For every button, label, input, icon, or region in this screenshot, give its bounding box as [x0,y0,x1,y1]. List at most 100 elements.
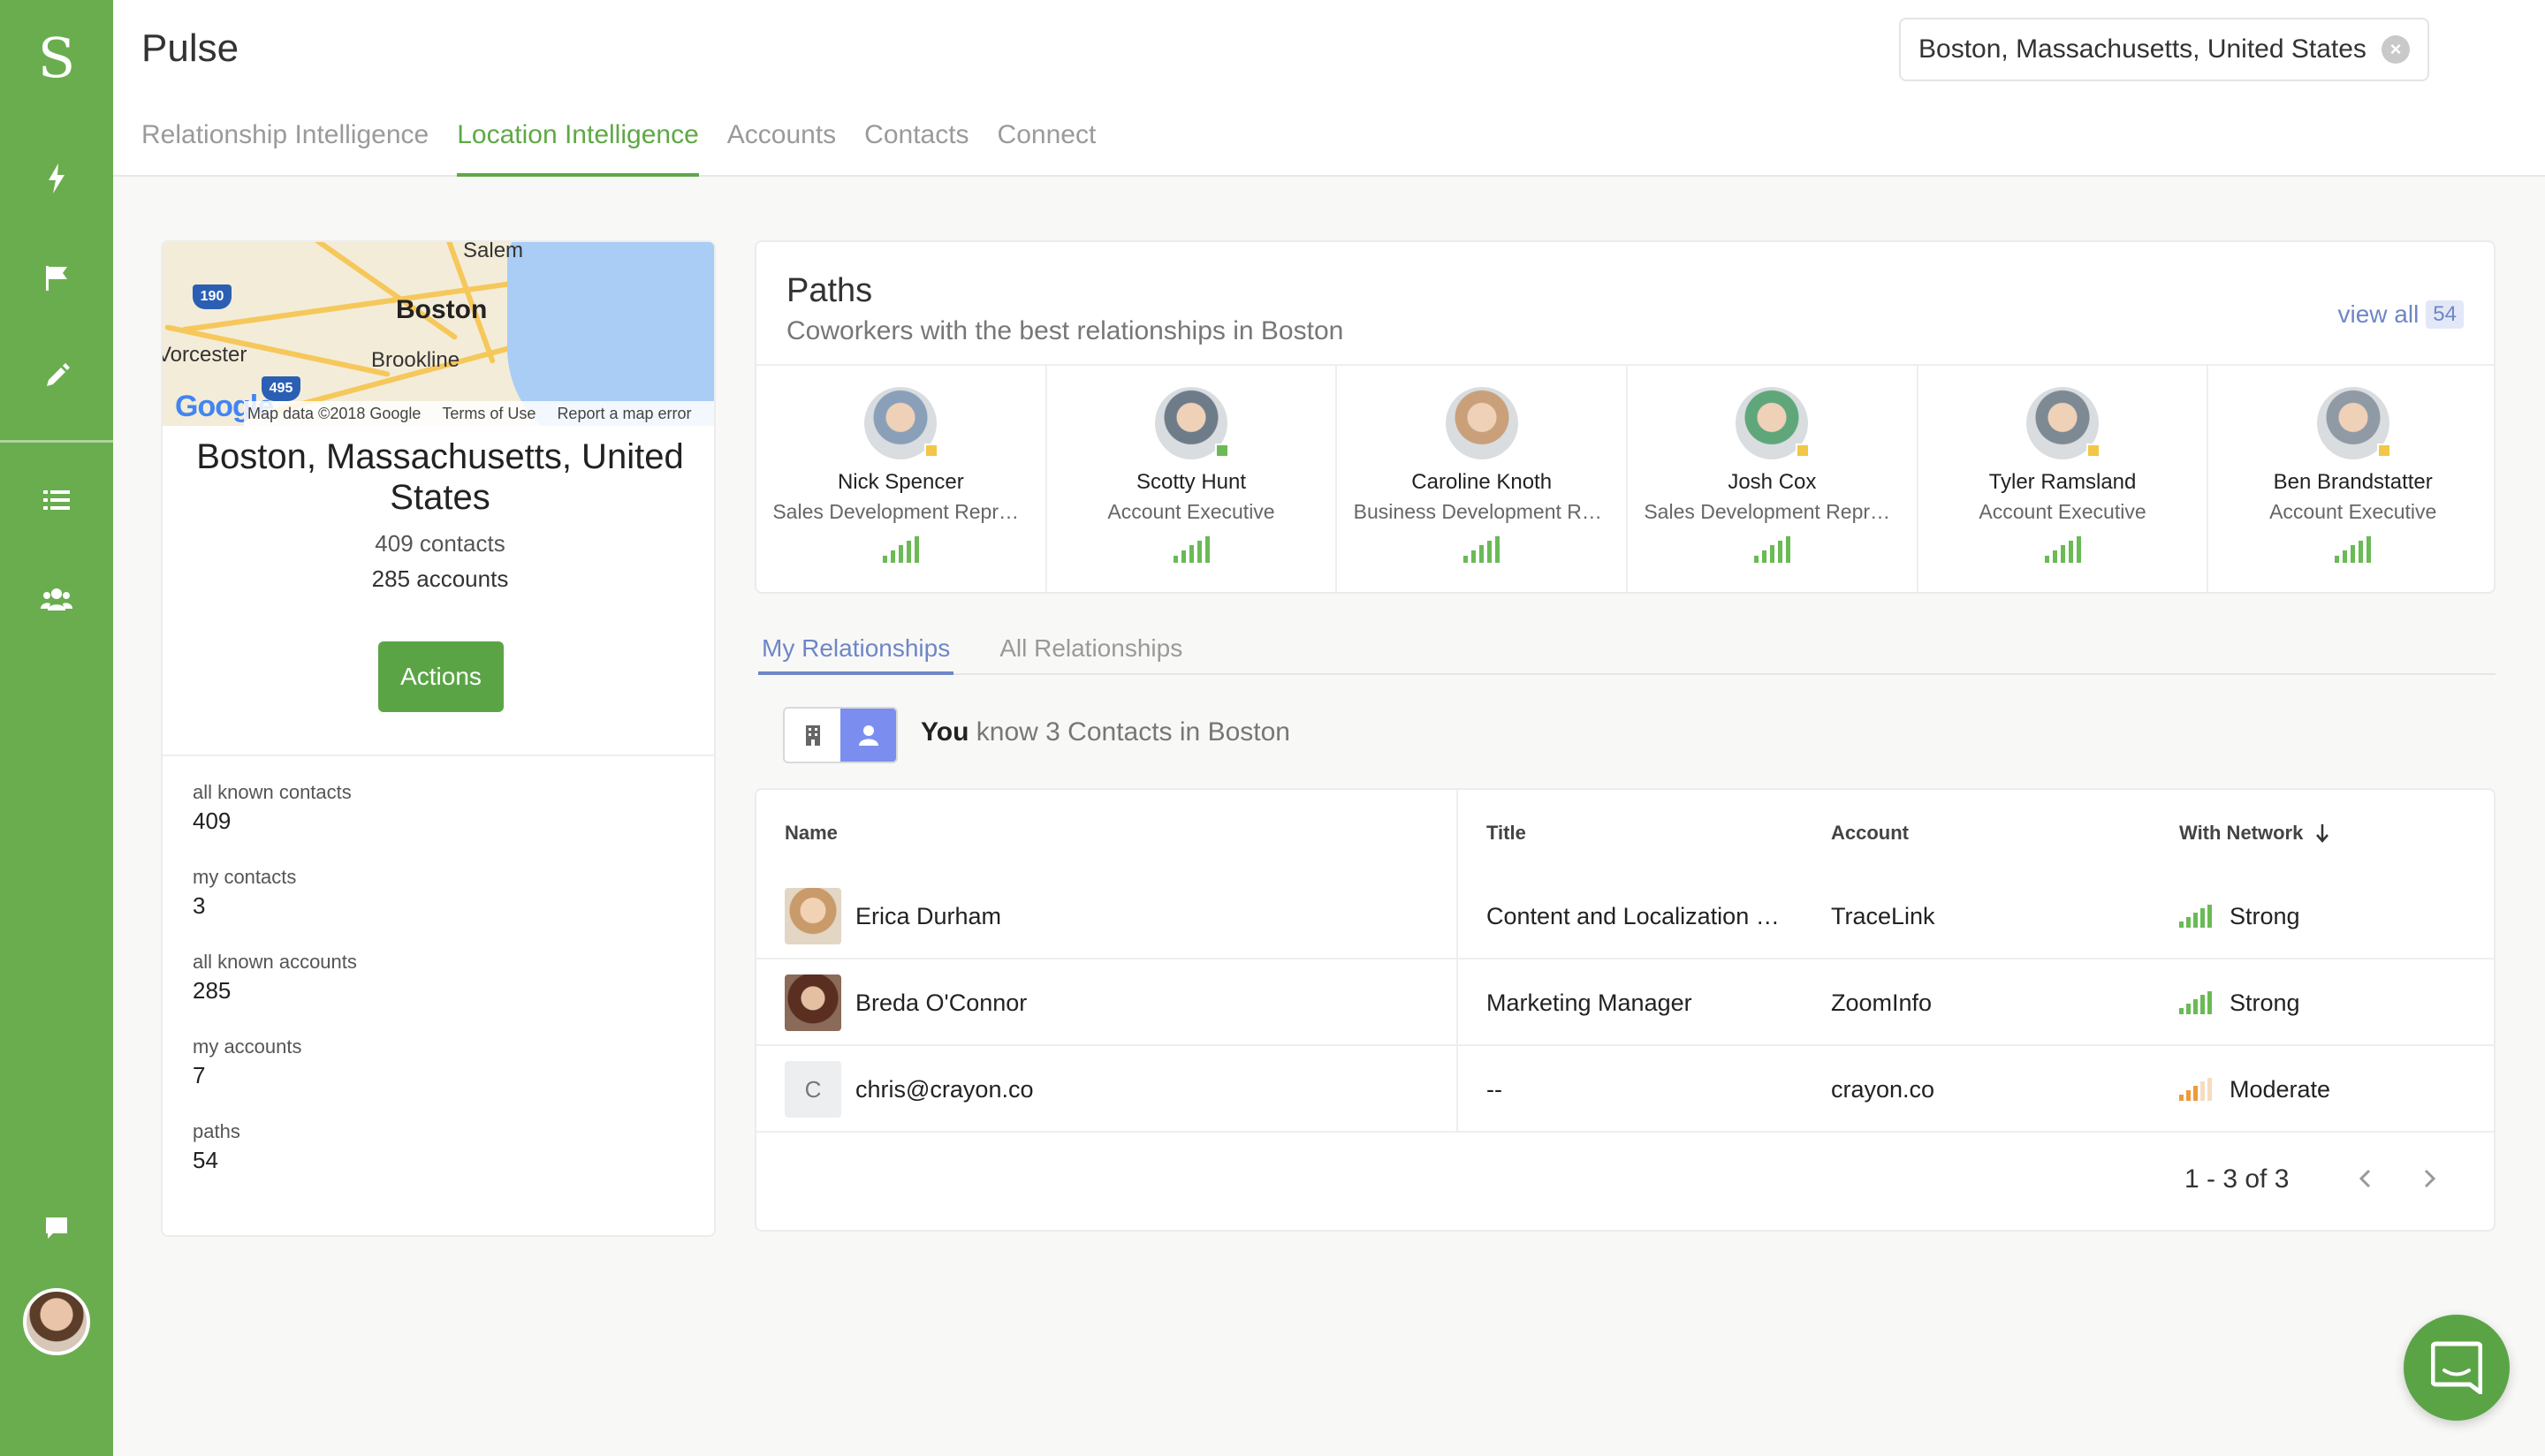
paths-people-row: Nick Spencer Sales Development Represent… [756,364,2494,592]
people-icon[interactable] [35,578,78,620]
clear-icon[interactable]: × [2382,35,2410,64]
stat-label: my contacts [193,866,297,888]
user-avatar[interactable] [23,1288,90,1355]
path-person-title: Business Development Representative [1353,500,1610,523]
view-toggle[interactable] [783,707,898,763]
tab-location-intelligence[interactable]: Location Intelligence [457,120,699,177]
app-logo[interactable]: S [34,30,80,87]
column-header-name[interactable]: Name [785,822,838,845]
path-person[interactable]: Caroline Knoth Business Development Repr… [1337,366,1629,592]
column-header-account[interactable]: Account [1831,822,1909,845]
relationship-tabs: My Relationships All Relationships [758,634,2496,675]
pagination-range: 1 - 3 of 3 [2184,1164,2290,1194]
map-data-attribution: Map data ©2018 Google [247,404,422,422]
chat-bubble-icon[interactable] [35,1207,78,1249]
path-person-name[interactable]: Caroline Knoth [1411,470,1552,495]
stat-my-accounts: my accounts 7 [193,1035,302,1089]
row-title: Content and Localization … [1486,902,1780,929]
tab-contacts[interactable]: Contacts [864,120,969,177]
path-person[interactable]: Tyler Ramsland Account Executive [1918,366,2209,592]
path-person-name[interactable]: Josh Cox [1728,470,1816,495]
stat-value: 409 [193,808,232,834]
path-person-name[interactable]: Ben Brandstatter [2274,470,2433,495]
avatar[interactable] [1445,387,1518,459]
card-divider [163,755,714,756]
table-row[interactable]: C chris@crayon.co -- crayon.co Moderate [756,1046,2494,1133]
path-person[interactable]: Nick Spencer Sales Development Represent… [756,366,1047,592]
stat-all-known-accounts: all known accounts 285 [193,951,357,1005]
sort-down-icon[interactable] [2315,823,2329,843]
avatar[interactable] [2026,387,2101,459]
path-person-name[interactable]: Nick Spencer [838,470,964,495]
row-network-cell: Strong [2179,873,2300,959]
paths-card: Paths Coworkers with the best relationsh… [755,240,2496,594]
row-name[interactable]: chris@crayon.co [855,1076,1033,1103]
flag-icon[interactable] [35,256,78,299]
avatar [785,974,841,1031]
table-row[interactable]: Breda O'Connor Marketing Manager ZoomInf… [756,959,2494,1046]
signal-strength-icon [2179,991,2212,1014]
row-account[interactable]: ZoomInfo [1831,959,1932,1046]
tab-my-relationships[interactable]: My Relationships [758,634,954,675]
location-map[interactable]: Salem Boston Vorcester Brookline 190 495… [163,242,714,426]
row-name-cell[interactable]: Erica Durham [785,873,1001,959]
map-label-worcester: Vorcester [163,343,247,367]
stat-value: 285 [193,977,232,1004]
path-person-title: Account Executive [2269,500,2437,523]
row-network-strength: Strong [2230,902,2300,929]
avatar-initial: C [785,1061,841,1118]
column-header-with-network-label[interactable]: With Network [2179,822,2303,845]
chevron-right-icon[interactable] [2412,1159,2448,1198]
table-row[interactable]: Erica Durham Content and Localization … … [756,873,2494,959]
location-accounts-count: 285 accounts [371,565,509,592]
stat-label: paths [193,1120,240,1142]
bolt-icon[interactable] [35,157,78,200]
row-account[interactable]: crayon.co [1831,1046,1934,1133]
pencil-icon[interactable] [35,355,78,398]
tab-accounts[interactable]: Accounts [727,120,836,177]
location-contacts-count: 409 contacts [375,530,505,557]
row-name[interactable]: Erica Durham [855,903,1001,930]
location-search-value[interactable]: Boston, Massachusetts, United States [1918,34,2382,64]
chat-icon[interactable] [2431,1341,2482,1394]
column-header-with-network[interactable]: With Network [2179,822,2329,845]
view-all-label[interactable]: view all [2337,300,2419,329]
chevron-left-icon[interactable] [2347,1159,2382,1198]
column-header-title[interactable]: Title [1486,822,1526,845]
list-icon[interactable] [35,479,78,521]
location-search-input[interactable]: Boston, Massachusetts, United States × [1899,18,2429,81]
row-name[interactable]: Breda O'Connor [855,990,1027,1017]
sidebar-divider [0,440,113,443]
person-icon[interactable] [840,709,896,762]
paths-subtitle: Coworkers with the best relationships in… [786,316,1344,345]
path-person[interactable]: Josh Cox Sales Development Representativ… [1628,366,1918,592]
map-label-salem: Salem [463,242,524,262]
path-person-title: Sales Development Representative [772,500,1029,523]
stat-my-contacts: my contacts 3 [193,866,296,920]
building-icon[interactable] [785,709,840,762]
avatar[interactable] [1155,387,1229,459]
stat-all-known-contacts: all known contacts 409 [193,781,352,835]
row-account[interactable]: TraceLink [1831,873,1935,959]
path-person-name[interactable]: Scotty Hunt [1136,470,1246,495]
row-name-cell[interactable]: C chris@crayon.co [785,1046,1033,1133]
row-name-cell[interactable]: Breda O'Connor [785,959,1027,1046]
view-all-link[interactable]: view all 54 [2337,300,2464,329]
signal-strength-icon [1753,536,1790,563]
signal-strength-icon [1173,536,1210,563]
avatar[interactable] [864,387,939,459]
path-person[interactable]: Ben Brandstatter Account Executive [2208,366,2494,592]
tab-all-relationships[interactable]: All Relationships [996,634,1186,675]
avatar[interactable] [1736,387,1811,459]
chat-launcher-button[interactable] [2404,1315,2510,1421]
map-report-link[interactable]: Report a map error [557,405,691,423]
tab-relationship-intelligence[interactable]: Relationship Intelligence [141,120,429,177]
actions-button[interactable]: Actions [378,641,504,712]
path-person-name[interactable]: Tyler Ramsland [1989,470,2137,495]
path-person[interactable]: Scotty Hunt Account Executive [1047,366,1338,592]
stat-value: 3 [193,892,206,919]
map-terms-link[interactable]: Terms of Use [442,405,536,423]
view-all-count-badge: 54 [2426,300,2464,329]
avatar[interactable] [2316,387,2391,459]
tab-connect[interactable]: Connect [998,120,1097,177]
